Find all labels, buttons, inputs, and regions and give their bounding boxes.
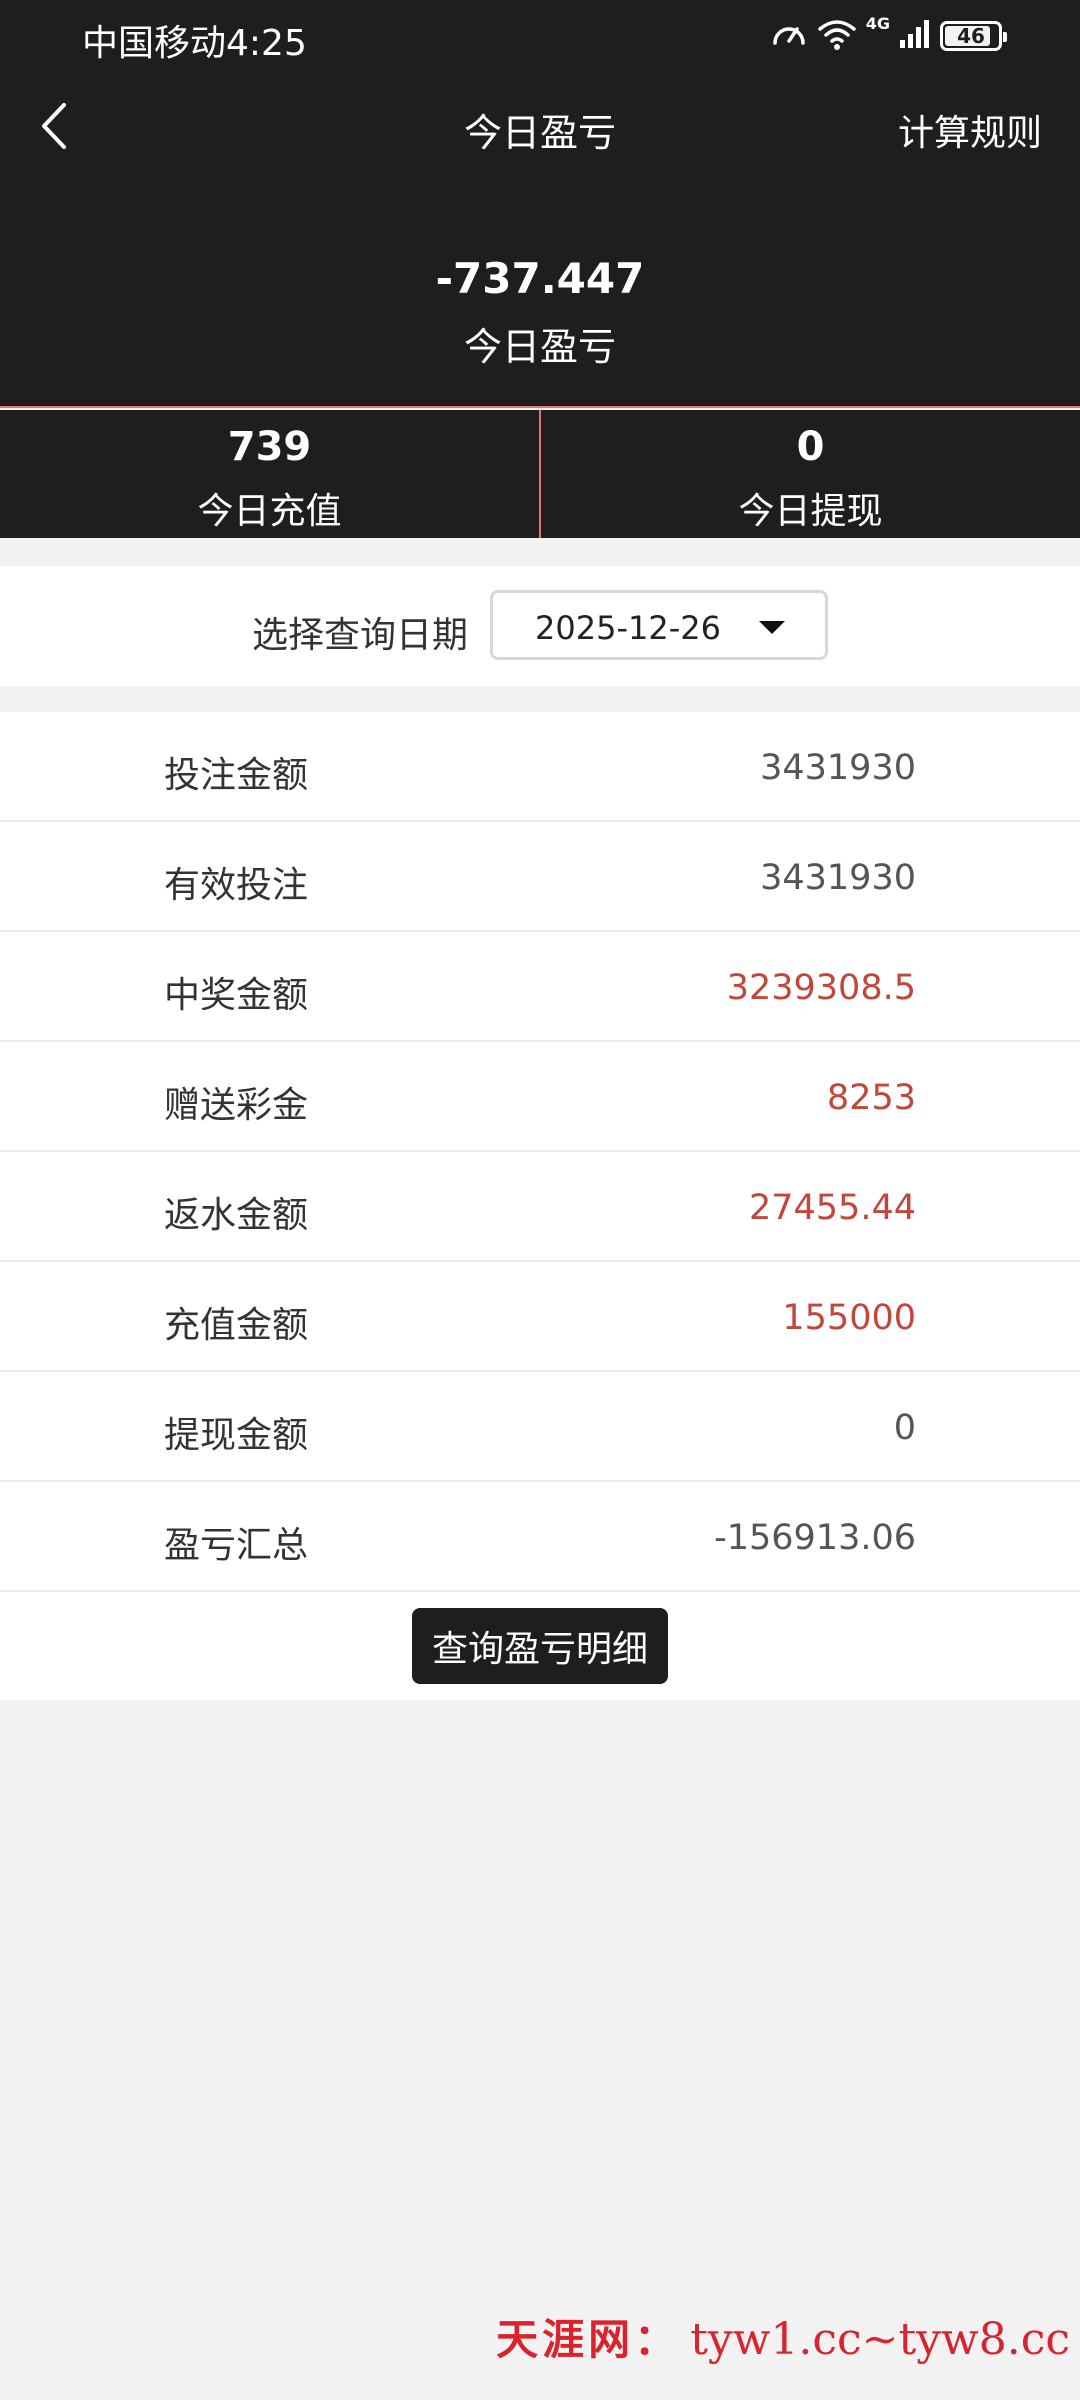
- stat-value: 739: [227, 424, 312, 470]
- row-value: 3431930: [760, 858, 916, 898]
- table-row: 中奖金额 3239308.5: [0, 932, 1080, 1042]
- today-profit-summary: -737.447 今日盈亏: [0, 176, 1080, 408]
- today-profit-label: 今日盈亏: [463, 325, 616, 369]
- stat-value: 0: [796, 424, 825, 470]
- row-label: 有效投注: [164, 865, 309, 906]
- row-value: 155000: [782, 1298, 916, 1338]
- row-label: 盈亏汇总: [164, 1525, 309, 1566]
- nav-bar: 今日盈亏 计算规则: [0, 76, 1080, 176]
- row-value: 3239308.5: [726, 968, 916, 1008]
- table-row: 盈亏汇总 -156913.06: [0, 1482, 1080, 1592]
- status-icons: 4G 46: [770, 14, 1007, 56]
- row-value: 27455.44: [748, 1188, 916, 1228]
- row-label: 中奖金额: [164, 975, 309, 1016]
- table-row: 提现金额 0: [0, 1372, 1080, 1482]
- date-select-value: 2025-12-26: [535, 609, 721, 647]
- date-select[interactable]: 2025-12-26: [490, 590, 828, 660]
- row-value: 3431930: [760, 748, 916, 788]
- today-profit-value: -737.447: [435, 254, 645, 303]
- watermark-url: tyw1.cc~tyw8.cc: [690, 2314, 1070, 2365]
- signal-icon: [898, 18, 932, 54]
- battery-icon: 46: [940, 21, 1007, 51]
- calculation-rules-link[interactable]: 计算规则: [898, 104, 1042, 156]
- stat-label: 今日提现: [738, 491, 883, 532]
- table-row: 充值金额 155000: [0, 1262, 1080, 1372]
- carrier-time: 中国移动4:25: [82, 23, 307, 64]
- table-row: 赠送彩金 8253: [0, 1042, 1080, 1152]
- table-row: 有效投注 3431930: [0, 822, 1080, 932]
- row-label: 充值金额: [164, 1305, 309, 1346]
- table-row: 返水金额 27455.44: [0, 1152, 1080, 1262]
- network-type-label: 4G: [865, 14, 890, 33]
- stat-recharge: 739 今日充值: [0, 410, 539, 538]
- watermark: 天涯网： tyw1.cc~tyw8.cc: [496, 2306, 1070, 2367]
- watermark-name: 天涯网：: [496, 2315, 681, 2364]
- battery-level: 46: [957, 24, 985, 48]
- caret-down-icon: [759, 621, 785, 634]
- profit-detail-table: 投注金额 3431930 有效投注 3431930 中奖金额 3239308.5…: [0, 712, 1080, 1592]
- query-button-area: 查询盈亏明细: [0, 1592, 1080, 1700]
- row-value: 8253: [826, 1078, 916, 1118]
- stat-label: 今日充值: [197, 491, 342, 532]
- row-value: -156913.06: [714, 1518, 916, 1558]
- date-filter: 选择查询日期 2025-12-26: [0, 566, 1080, 686]
- date-filter-label: 选择查询日期: [252, 615, 469, 656]
- row-label: 赠送彩金: [164, 1085, 309, 1126]
- table-row: 投注金额 3431930: [0, 712, 1080, 822]
- row-value: 0: [893, 1408, 916, 1448]
- status-bar: 中国移动4:25 4G 46: [0, 0, 1080, 76]
- row-label: 提现金额: [164, 1415, 309, 1456]
- speed-icon: [770, 17, 808, 55]
- wifi-icon: [816, 17, 858, 55]
- stat-withdraw: 0 今日提现: [539, 410, 1080, 538]
- query-profit-detail-button[interactable]: 查询盈亏明细: [412, 1608, 668, 1684]
- row-label: 返水金额: [164, 1195, 309, 1236]
- row-label: 投注金额: [164, 755, 309, 796]
- stats-row: 739 今日充值 0 今日提现: [0, 410, 1080, 538]
